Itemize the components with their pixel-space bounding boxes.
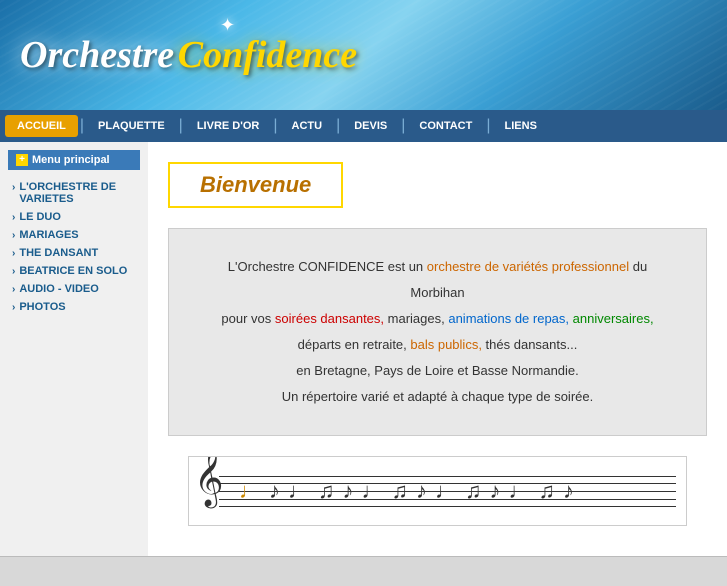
logo-confidence: Confidence	[178, 34, 357, 76]
content-area: Bienvenue L'Orchestre CONFIDENCE est un …	[148, 142, 727, 556]
sidebar-arrow-mariages: ›	[12, 230, 15, 241]
nav-devis[interactable]: DEVIS	[342, 110, 399, 142]
note-8: ♪	[416, 478, 427, 504]
nav-actu[interactable]: ACTU	[280, 110, 335, 142]
music-staff: 𝄞 ♩ ♪ ♩ ♫ ♪ ♩ ♫ ♪ ♩ ♫ ♪ ♩ ♫ ♪	[188, 456, 687, 526]
note-14: ♪	[563, 478, 574, 504]
logo-orchestre: Orchestre	[20, 34, 174, 76]
note-12: ♩	[509, 478, 531, 504]
sidebar-item-duo[interactable]: › LE DUO	[8, 208, 140, 226]
sidebar-item-mariages[interactable]: › MARIAGES	[8, 226, 140, 244]
note-13: ♫	[539, 478, 556, 504]
note-1: ♩	[239, 478, 261, 504]
note-9: ♩	[435, 478, 457, 504]
welcome-title: Bienvenue	[200, 172, 311, 198]
sidebar-label-photos: PHOTOS	[19, 301, 65, 313]
header-logo: Orchestre Confidence	[20, 33, 357, 77]
nav-accueil[interactable]: ACCUEIL	[5, 115, 78, 137]
music-notes: ♩ ♪ ♩ ♫ ♪ ♩ ♫ ♪ ♩ ♫ ♪ ♩ ♫ ♪	[239, 457, 676, 525]
nav-sep-4: |	[334, 117, 342, 135]
desc-3c: thés dansants...	[482, 337, 577, 352]
main-container: + Menu principal › L'ORCHESTRE DE VARIET…	[0, 142, 727, 556]
treble-clef-icon: 𝄞	[194, 456, 224, 502]
bottom-section	[0, 556, 727, 586]
sidebar: + Menu principal › L'ORCHESTRE DE VARIET…	[0, 142, 148, 556]
desc-2d: animations de repas,	[448, 311, 569, 326]
desc-2c: mariages,	[384, 311, 448, 326]
desc-4a: en Bretagne, Pays de Loire et Basse Norm…	[296, 363, 579, 378]
sidebar-arrow-beatrice: ›	[12, 266, 15, 277]
page-wrapper: Orchestre Confidence ✦ ACCUEIL | PLAQUET…	[0, 0, 727, 586]
sidebar-arrow-duo: ›	[12, 212, 15, 223]
sidebar-label-orchestre: L'ORCHESTRE DE VARIETES	[19, 181, 136, 205]
welcome-box: Bienvenue	[168, 162, 343, 208]
desc-2a: pour vos	[221, 311, 274, 326]
note-4: ♫	[318, 478, 335, 504]
header: Orchestre Confidence ✦	[0, 0, 727, 110]
desc-5a: Un répertoire varié et adapté à chaque t…	[282, 389, 593, 404]
nav-liens[interactable]: LIENS	[493, 110, 549, 142]
sidebar-item-audio[interactable]: › AUDIO - VIDEO	[8, 280, 140, 298]
nav-sep-1: |	[78, 117, 86, 135]
desc-2e: anniversaires,	[569, 311, 654, 326]
note-7: ♫	[392, 478, 409, 504]
note-5: ♪	[343, 478, 354, 504]
note-2: ♪	[269, 478, 280, 504]
sidebar-label-the: THE DANSANT	[19, 247, 98, 259]
desc-line-2: pour vos soirées dansantes, mariages, an…	[199, 306, 676, 332]
desc-3a: départs en retraite,	[298, 337, 411, 352]
sparkle-icon: ✦	[220, 15, 240, 35]
desc-line-5: Un répertoire varié et adapté à chaque t…	[199, 384, 676, 410]
desc-line-1: L'Orchestre CONFIDENCE est un orchestre …	[199, 254, 676, 306]
note-6: ♩	[362, 478, 384, 504]
sidebar-label-beatrice: BEATRICE EN SOLO	[19, 265, 127, 277]
sidebar-arrow-the: ›	[12, 248, 15, 259]
navbar: ACCUEIL | PLAQUETTE | LIVRE D'OR | ACTU …	[0, 110, 727, 142]
sidebar-item-orchestre[interactable]: › L'ORCHESTRE DE VARIETES	[8, 178, 140, 208]
sidebar-arrow-orchestre: ›	[12, 182, 15, 193]
sidebar-arrow-audio: ›	[12, 284, 15, 295]
desc-1b: orchestre de variétés professionnel	[427, 259, 629, 274]
sidebar-label-mariages: MARIAGES	[19, 229, 78, 241]
desc-2b: soirées dansantes,	[275, 311, 384, 326]
desc-line-3: départs en retraite, bals publics, thés …	[199, 332, 676, 358]
description-box: L'Orchestre CONFIDENCE est un orchestre …	[168, 228, 707, 436]
sidebar-item-photos[interactable]: › PHOTOS	[8, 298, 140, 316]
nav-sep-3: |	[271, 117, 279, 135]
desc-3b: bals publics,	[410, 337, 482, 352]
nav-sep-6: |	[484, 117, 492, 135]
nav-plaquette[interactable]: PLAQUETTE	[86, 110, 177, 142]
nav-sep-2: |	[177, 117, 185, 135]
nav-livre-dor[interactable]: LIVRE D'OR	[185, 110, 272, 142]
sidebar-arrow-photos: ›	[12, 302, 15, 313]
sidebar-item-beatrice[interactable]: › BEATRICE EN SOLO	[8, 262, 140, 280]
sidebar-item-the-dansant[interactable]: › THE DANSANT	[8, 244, 140, 262]
desc-line-4: en Bretagne, Pays de Loire et Basse Norm…	[199, 358, 676, 384]
nav-sep-5: |	[399, 117, 407, 135]
sidebar-label-audio: AUDIO - VIDEO	[19, 283, 98, 295]
sidebar-header-label: Menu principal	[32, 154, 110, 166]
note-10: ♫	[465, 478, 482, 504]
nav-contact[interactable]: CONTACT	[407, 110, 484, 142]
sidebar-header-icon: +	[16, 154, 28, 166]
desc-1a: L'Orchestre CONFIDENCE est un	[228, 259, 427, 274]
note-3: ♩	[288, 478, 310, 504]
sidebar-label-duo: LE DUO	[19, 211, 61, 223]
sidebar-header: + Menu principal	[8, 150, 140, 170]
note-11: ♪	[490, 478, 501, 504]
